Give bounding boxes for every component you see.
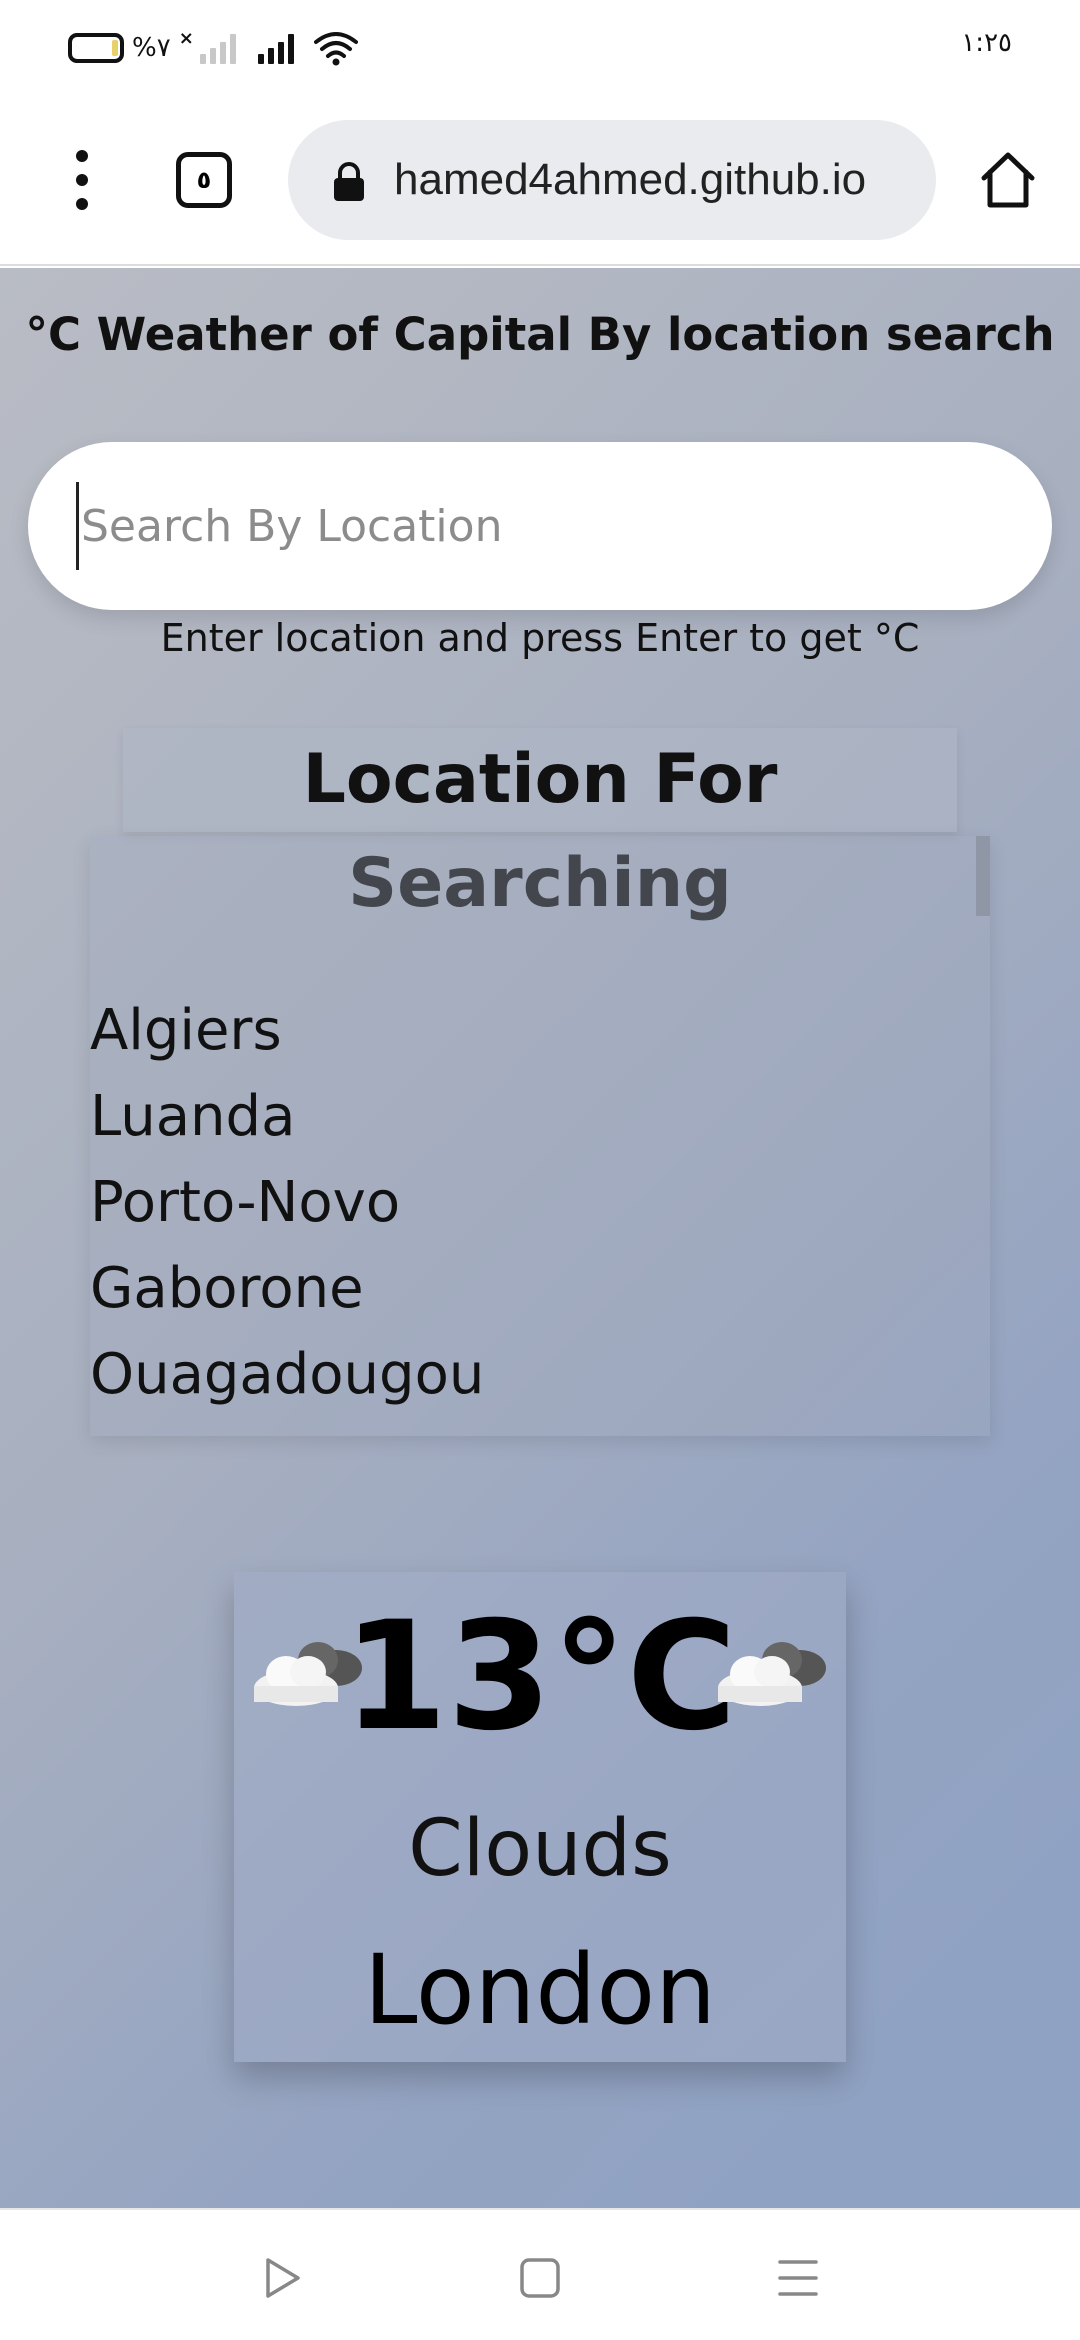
weather-card: 13°C Clouds London xyxy=(234,1572,846,2062)
browser-toolbar: ٥ hamed4ahmed.github.io xyxy=(0,96,1080,266)
home-icon[interactable] xyxy=(978,150,1038,210)
location-item[interactable]: Gaborone xyxy=(90,1246,484,1332)
url-text[interactable]: hamed4ahmed.github.io xyxy=(394,120,866,240)
no-service-mark: × xyxy=(178,27,194,49)
location-item[interactable]: Ouagadougou xyxy=(90,1332,484,1418)
recents-icon[interactable] xyxy=(774,2254,822,2302)
weather-condition: Clouds xyxy=(408,1804,672,1894)
location-item[interactable]: Luanda xyxy=(90,1074,484,1160)
page-title: °C Weather of Capital By location search xyxy=(25,308,1055,361)
address-bar[interactable]: hamed4ahmed.github.io xyxy=(288,120,936,240)
location-list[interactable]: Algiers Luanda Porto-Novo Gaborone Ouaga… xyxy=(90,836,990,1436)
back-icon[interactable] xyxy=(258,2254,306,2302)
tab-count: ٥ xyxy=(196,166,212,194)
cloud-icon xyxy=(718,1642,826,1706)
list-scrollbar[interactable] xyxy=(976,836,990,916)
status-bar: %٧ × ١:٢٥ xyxy=(0,0,1080,96)
battery-icon xyxy=(68,33,124,63)
signal-sim2-icon xyxy=(257,32,294,64)
signal-sim1-icon xyxy=(199,32,236,64)
location-item[interactable]: Algiers xyxy=(90,988,484,1074)
wifi-icon xyxy=(313,32,358,66)
search-hint: Enter location and press Enter to get °C xyxy=(160,616,920,660)
weather-city: London xyxy=(364,1934,716,2046)
more-vert-icon[interactable] xyxy=(62,150,102,210)
status-icons: %٧ × xyxy=(68,28,358,68)
location-item[interactable]: Porto-Novo xyxy=(90,1160,484,1246)
tab-switcher-button[interactable]: ٥ xyxy=(176,152,232,208)
battery-percent: %٧ xyxy=(132,33,171,63)
system-nav-bar xyxy=(0,2208,1080,2340)
search-input[interactable] xyxy=(76,482,996,570)
status-time: ١:٢٥ xyxy=(961,28,1012,58)
location-items: Algiers Luanda Porto-Novo Gaborone Ouaga… xyxy=(90,988,484,1436)
location-item[interactable]: Gitega xyxy=(90,1418,484,1436)
web-page: °C Weather of Capital By location search… xyxy=(0,268,1080,2208)
location-list-title: Location For Searching xyxy=(123,728,957,923)
lock-icon[interactable] xyxy=(332,162,366,202)
home-nav-icon[interactable] xyxy=(516,2254,564,2302)
search-box[interactable] xyxy=(28,442,1052,610)
